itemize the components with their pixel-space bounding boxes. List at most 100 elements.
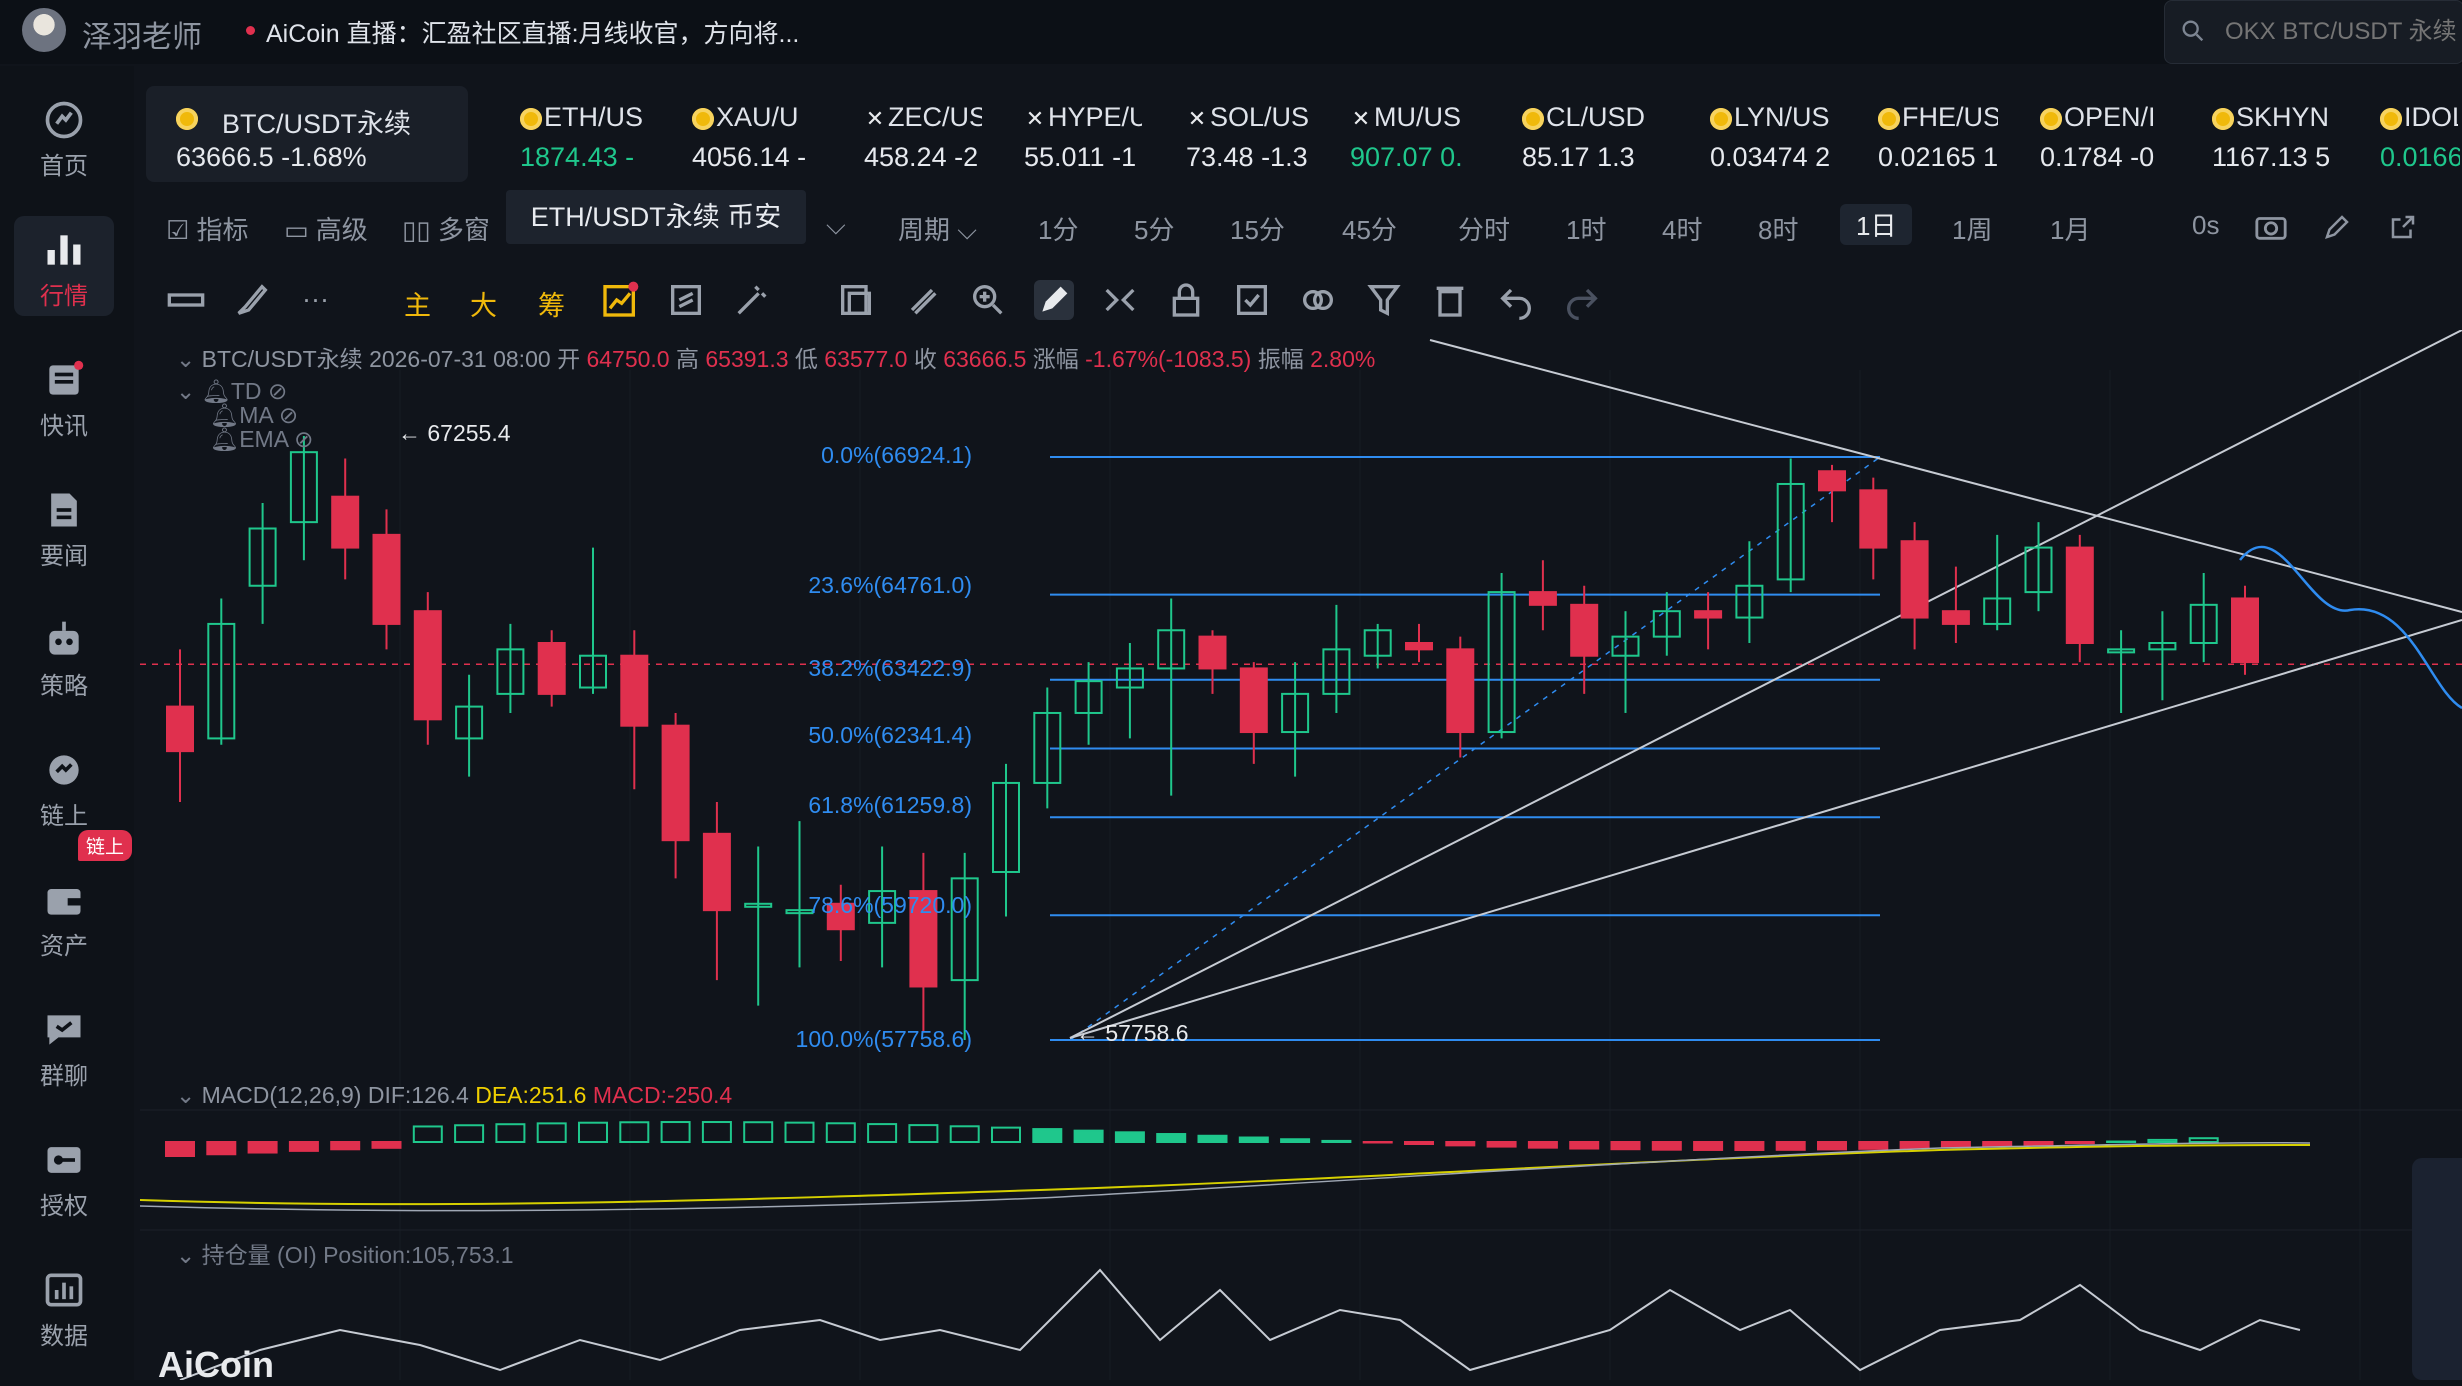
home-icon — [42, 98, 86, 142]
undo-icon[interactable] — [1496, 280, 1536, 320]
indicator-button[interactable]: ☑ 指标 — [166, 210, 249, 247]
ticker-item[interactable]: OPEN/I0.1784 -0 — [2010, 86, 2174, 182]
swap-icon[interactable] — [666, 280, 706, 320]
coin-icon — [176, 108, 198, 130]
fib-level-label[interactable]: 61.8%(61259.8) — [772, 792, 972, 819]
eye-off-icon[interactable]: ⊘ — [279, 402, 298, 428]
chart-edit-icon[interactable] — [600, 280, 640, 320]
ticker-item[interactable]: XAU/U4056.14 - — [662, 86, 826, 182]
macd-dif: DIF:126.4 — [368, 1082, 469, 1108]
ticker-item[interactable]: ✕ZEC/US458.24 -2 — [834, 86, 986, 182]
okx-logo-icon: ✕ — [1186, 108, 1208, 130]
interval-button[interactable]: 4时 — [1662, 210, 1702, 247]
filter-icon[interactable] — [1364, 280, 1404, 320]
lock-icon[interactable] — [1166, 280, 1206, 320]
period-dropdown[interactable]: 周期 ⌵ — [898, 210, 977, 247]
chart-area[interactable]: ⌄ BTC/USDT永续 2026-07-31 08:00 开 64750.0 … — [140, 330, 2462, 1380]
magnet-icon[interactable] — [1100, 280, 1140, 320]
fib-level-label[interactable]: 100.0%(57758.6) — [772, 1026, 972, 1053]
trash-icon[interactable] — [1430, 280, 1470, 320]
low-marker-label: ← 57758.6 — [1076, 1020, 1189, 1047]
side-panel-handle[interactable] — [2412, 1158, 2462, 1380]
sidebar-item-strategy[interactable]: 策略 — [14, 606, 114, 706]
more-icon[interactable]: ··· — [302, 284, 329, 315]
sidebar-item-assets[interactable]: 资产 — [14, 866, 114, 966]
sidebar-item-onchain[interactable]: 链上 — [14, 736, 114, 836]
fib-level-label[interactable]: 23.6%(64761.0) — [772, 572, 972, 599]
ruler-icon[interactable] — [166, 280, 206, 320]
brush-icon[interactable] — [232, 280, 272, 320]
draw-pen-icon[interactable] — [1034, 280, 1074, 320]
collapse-icon[interactable]: ⌄ — [176, 1242, 202, 1268]
interval-button[interactable]: 45分 — [1342, 210, 1397, 247]
candlestick-chart[interactable] — [140, 330, 2462, 1380]
interval-button[interactable]: 1时 — [1566, 210, 1606, 247]
ticker-item[interactable]: ✕SOL/US73.48 -1.3 — [1156, 86, 1312, 182]
macd-histogram-bar — [744, 1122, 772, 1142]
main-indicator-button[interactable]: 主 — [404, 284, 431, 323]
indicator-ema[interactable]: 🔔︎EMA ⊘ — [210, 426, 313, 453]
sidebar-item-authorize[interactable]: 授权 — [14, 1126, 114, 1226]
chip-button[interactable]: 筹 — [538, 284, 565, 323]
multi-window-button[interactable]: ▯▯ 多窗 — [402, 210, 490, 247]
sidebar-item-home[interactable]: 首页 — [14, 86, 114, 186]
search-input[interactable] — [2223, 17, 2462, 47]
ticker-item[interactable]: LYN/US0.03474 2 — [1680, 86, 1840, 182]
ticker-item[interactable]: CL/USD85.17 1.3 — [1492, 86, 1672, 182]
big-order-button[interactable]: 大 — [470, 284, 497, 323]
ticker-item[interactable]: FHE/US0.02165 1 — [1848, 86, 2002, 182]
sidebar-item-group-chat[interactable]: 群聊 — [14, 996, 114, 1096]
eye-off-icon[interactable]: ⊘ — [294, 426, 313, 452]
collapse-icon[interactable]: ⌄ — [176, 346, 202, 372]
template-icon[interactable] — [1232, 280, 1272, 320]
magic-icon[interactable] — [732, 280, 772, 320]
zoom-icon[interactable] — [968, 280, 1008, 320]
chevron-down-icon[interactable]: ⌵ — [826, 210, 846, 242]
camera-icon[interactable] — [2254, 212, 2288, 242]
export-icon[interactable] — [2388, 212, 2418, 242]
advanced-button[interactable]: ▭ 高级 — [284, 210, 368, 247]
fib-level-label[interactable]: 0.0%(66924.1) — [772, 442, 972, 469]
search-box[interactable] — [2164, 0, 2462, 64]
fib-level-label[interactable]: 78.6%(59720.0) — [772, 892, 972, 919]
live-broadcast-title[interactable]: AiCoin 直播：汇盈社区直播:月线收官，方向将... — [266, 14, 799, 50]
candle-body — [663, 726, 689, 840]
ticker-item[interactable]: ✕MU/US907.07 0. — [1320, 86, 1484, 182]
macd-histogram-bar — [909, 1125, 937, 1142]
ticker-item[interactable]: ETH/US1874.43 - — [490, 86, 654, 182]
sidebar-item-news-flash[interactable]: 快讯 — [14, 346, 114, 446]
interval-button[interactable]: 1周 — [1952, 210, 1992, 247]
fib-level-label[interactable]: 38.2%(63422.9) — [772, 655, 972, 682]
interval-button[interactable]: 1日 — [1840, 204, 1912, 245]
eye-off-icon[interactable]: ⊘ — [268, 378, 287, 404]
interval-button[interactable]: 1月 — [2050, 210, 2090, 247]
macd-histogram-bar — [2025, 1142, 2053, 1145]
sidebar-item-market[interactable]: 行情 — [14, 216, 114, 316]
pencil-icon[interactable] — [2322, 212, 2352, 242]
ticker-item[interactable]: SKHYN1167.13 5 — [2182, 86, 2342, 182]
interval-button[interactable]: 15分 — [1230, 210, 1285, 247]
ticker-item[interactable]: IDOL0.01663 — [2350, 86, 2462, 182]
username[interactable]: 泽羽老师 — [82, 12, 202, 56]
indicator-ma[interactable]: 🔔︎MA ⊘ — [210, 402, 298, 429]
avatar[interactable] — [22, 8, 66, 52]
coin-icon — [2040, 108, 2062, 130]
sidebar-item-data[interactable]: 数据 — [14, 1256, 114, 1356]
fib-level-label[interactable]: 50.0%(62341.4) — [772, 722, 972, 749]
link-icon[interactable] — [1298, 280, 1338, 320]
interval-button[interactable]: 8时 — [1758, 210, 1798, 247]
indicator-td[interactable]: ⌄ 🔔︎TD ⊘ — [176, 378, 287, 405]
interval-button[interactable]: 1分 — [1038, 210, 1078, 247]
redo-icon[interactable] — [1562, 280, 1602, 320]
interval-button[interactable]: 分时 — [1458, 210, 1510, 247]
macd-histogram-bar — [1818, 1142, 1846, 1149]
collapse-icon[interactable]: ⌄ — [176, 1082, 202, 1108]
change-value: -1.67%(-1083.5) — [1085, 346, 1251, 372]
ticker-item[interactable]: ✕HYPE/U55.011 -1 — [994, 86, 1146, 182]
sidebar-item-headlines[interactable]: 要闻 — [14, 476, 114, 576]
interval-button[interactable]: 5分 — [1134, 210, 1174, 247]
layers-icon[interactable] — [836, 280, 876, 320]
eraser-icon[interactable] — [902, 280, 942, 320]
macd-histogram-bar — [1116, 1132, 1144, 1142]
ticker-item[interactable]: BTC/USDT永续63666.5 -1.68% — [146, 86, 468, 182]
